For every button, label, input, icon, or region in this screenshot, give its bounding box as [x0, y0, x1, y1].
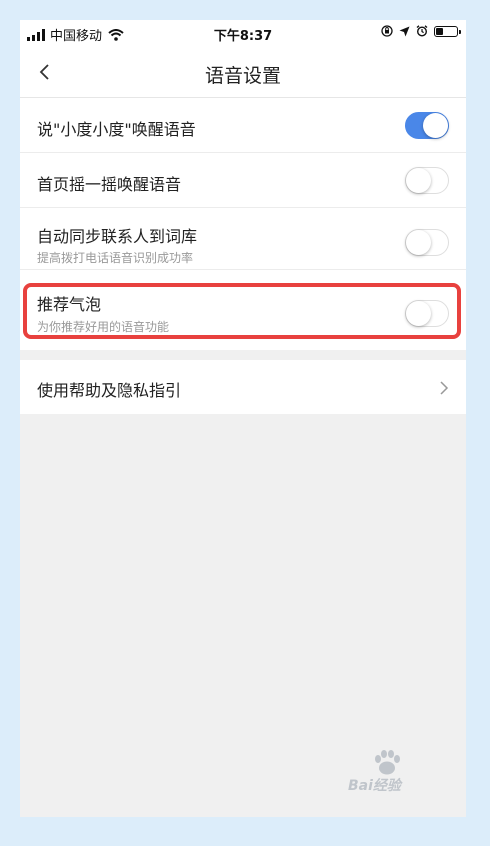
toggle-knob: [406, 301, 431, 326]
alarm-icon: [416, 25, 428, 37]
baidu-watermark: Bai经验: [348, 750, 440, 795]
setting-label: 推荐气泡: [37, 295, 102, 314]
setting-row-shake[interactable]: 首页摇一摇唤醒语音: [20, 153, 466, 208]
setting-sublabel: 提高拨打电话语音识别成功率: [37, 251, 194, 265]
setting-row-wake-word[interactable]: 说"小度小度"唤醒语音: [20, 98, 466, 153]
status-right: [381, 25, 461, 37]
status-bar: 中国移动 下午8:37: [20, 20, 466, 48]
toggle-switch[interactable]: [405, 167, 449, 194]
help-privacy-label: 使用帮助及隐私指引: [37, 381, 182, 400]
location-icon: [399, 26, 410, 36]
setting-sublabel: 为你推荐好用的语音功能: [37, 320, 170, 334]
setting-label: 说"小度小度"唤醒语音: [37, 120, 196, 139]
help-privacy-row[interactable]: 使用帮助及隐私指引: [20, 360, 466, 414]
battery-icon: [434, 25, 461, 37]
toggle-switch[interactable]: [405, 112, 449, 139]
paw-icon: [375, 750, 400, 775]
toggle-knob: [423, 113, 448, 138]
nav-bar: 语音设置: [20, 48, 466, 98]
setting-row-sync-contacts[interactable]: 自动同步联系人到词库 提高拨打电话语音识别成功率: [20, 208, 466, 270]
toggle-knob: [406, 168, 431, 193]
setting-row-recommend-bubble[interactable]: 推荐气泡 为你推荐好用的语音功能: [20, 270, 466, 350]
watermark-text: Bai经验: [348, 778, 401, 794]
toggle-switch[interactable]: [405, 300, 449, 327]
chevron-right-icon: [440, 381, 449, 395]
page-title: 语音设置: [204, 65, 281, 87]
toggle-switch[interactable]: [405, 229, 449, 256]
setting-label: 首页摇一摇唤醒语音: [37, 175, 182, 194]
rotation-lock-icon: [381, 25, 393, 37]
setting-label: 自动同步联系人到词库: [37, 227, 198, 246]
toggle-knob: [406, 230, 431, 255]
phone-screen: 中国移动 下午8:37 语音设置 说"小度小度"唤醒语音 首页摇一摇唤醒语音 自…: [20, 20, 466, 817]
